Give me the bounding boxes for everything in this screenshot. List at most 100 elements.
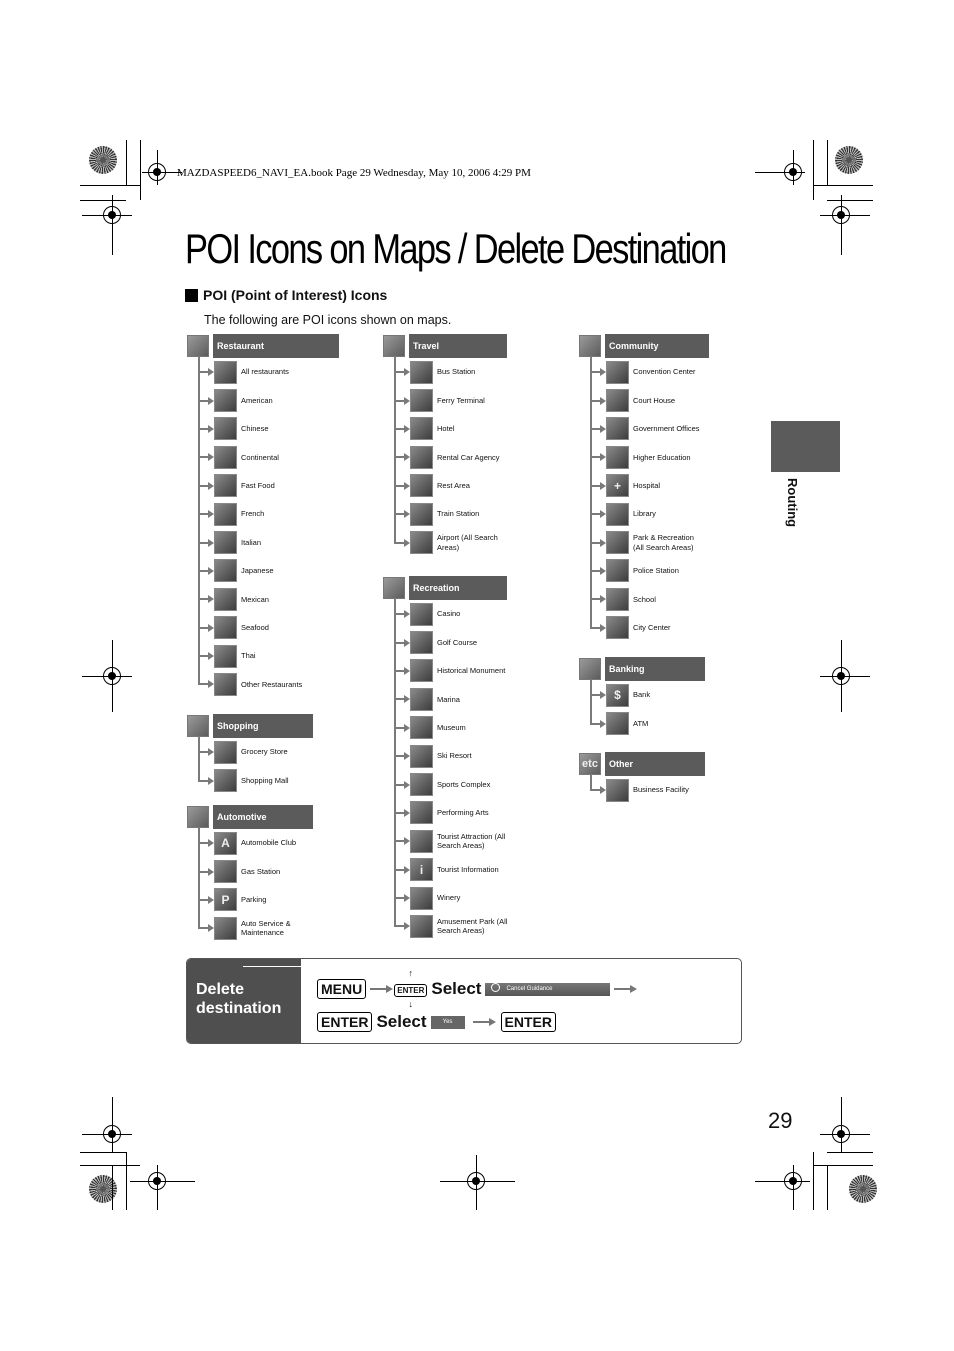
registration-star-icon (849, 1175, 877, 1203)
print-metadata: MAZDASPEED6_NAVI_EA.book Page 29 Wednesd… (177, 167, 531, 179)
poi-item: Other Restaurants (198, 670, 339, 698)
poi-item-label: Police Station (633, 566, 679, 576)
poi-item-label: Marina (437, 694, 460, 704)
poi-item-label: Rental Car Agency (437, 452, 500, 462)
city-center-icon (606, 616, 629, 640)
scales-icon (606, 389, 629, 413)
poi-item: Government Offices (590, 415, 709, 443)
poi-item-label: Convention Center (633, 367, 696, 377)
cards-icon (410, 602, 433, 626)
poi-item: Convention Center (590, 358, 709, 386)
poi-group-header: Restaurant (187, 334, 339, 358)
monument-icon (410, 659, 433, 683)
airplane-icon (410, 531, 433, 555)
car-icon (187, 806, 209, 828)
poi-item-label: Performing Arts (437, 808, 489, 818)
poi-item: Sports Complex (394, 770, 509, 798)
select-label: Select (376, 1012, 427, 1031)
poi-item-label: Bank (633, 690, 651, 700)
poi-item-label: Fast Food (241, 481, 275, 490)
poi-item: Hotel (394, 415, 509, 443)
poi-item: ATM (590, 709, 705, 737)
intro-text: The following are POI icons shown on map… (204, 313, 452, 327)
poi-item-label: Hotel (437, 424, 455, 434)
poi-item-label: Mexican (241, 594, 269, 604)
chapter-tab-label: Routing (785, 478, 800, 528)
poi-item: Performing Arts (394, 799, 509, 827)
poi-item: Casino (394, 600, 509, 628)
arrow-right-icon (590, 719, 606, 728)
poi-item: Higher Education (590, 443, 709, 471)
poi-item: P Parking (198, 886, 313, 914)
poi-item-list: Casino Golf Course Historical Monument Mari… (394, 598, 509, 941)
procedure-step-1: MENU ↑ ENTER ↓ Select Cancel Guidance (317, 969, 638, 1009)
poi-item: Italian (198, 528, 339, 556)
poi-item: Rental Car Agency (394, 443, 509, 471)
poi-item: Fast Food (198, 472, 339, 500)
poi-group-label: Banking (605, 657, 705, 681)
poi-item: Historical Monument (394, 657, 509, 685)
train-icon (410, 502, 433, 526)
yes-button-image: Yes (430, 1015, 465, 1029)
poi-group-label: Restaurant (213, 334, 339, 358)
poi-item-list: Convention Center Court House Government O… (590, 356, 709, 642)
poi-item-label: Continental (241, 452, 279, 462)
poi-group-label: Other (605, 752, 705, 776)
poi-item-label: Other Restaurants (241, 679, 303, 689)
poi-item-label: City Center (633, 622, 671, 632)
poi-group-label: Shopping (213, 714, 313, 738)
poi-item: Tourist Attraction (All Search Areas) (394, 827, 509, 855)
gate-icon (383, 335, 405, 357)
poi-item: Library (590, 500, 709, 528)
poi-group-label: Recreation (409, 576, 507, 600)
poi-group-header: Community (579, 334, 709, 358)
poi-item-label: Museum (437, 723, 466, 732)
poi-group-recreation: Recreation Casino Golf Course Historical Mo… (383, 576, 509, 941)
poi-item: Train Station (394, 500, 509, 528)
poi-item-label: Higher Education (633, 452, 691, 462)
dollar-icon: $ (606, 683, 629, 707)
poi-item-label: Automobile Club (241, 838, 297, 848)
theater-icon (410, 801, 433, 825)
poi-item-list: $ Bank ATM (590, 679, 705, 738)
poi-item-label: Casino (437, 609, 461, 619)
camera-icon (410, 829, 433, 853)
fork-knife-icon (214, 672, 237, 696)
poi-item-label: Library (633, 509, 656, 519)
poi-item-label: Airport (All Search Areas) (437, 533, 498, 552)
poi-item-label: Tourist Attraction (All Search Areas) (437, 831, 506, 851)
poi-item: Thai (198, 642, 339, 670)
poi-group-shopping: Shopping Grocery Store Shopping Mall (187, 714, 313, 795)
poi-item-label: Thai (241, 651, 256, 661)
dollar-icon (579, 658, 601, 680)
poi-item: City Center (590, 614, 709, 642)
delete-destination-label-panel: Delete destination (187, 959, 301, 1043)
poi-item: Auto Service & Maintenance (198, 914, 313, 942)
poi-item-label: All restaurants (241, 367, 289, 377)
poi-group-travel: Travel Bus Station Ferry Terminal Hotel Rent… (383, 334, 509, 557)
poi-group-header: Travel (383, 334, 509, 358)
poi-item: Gas Station (198, 857, 313, 885)
police-car-icon (606, 559, 629, 583)
poi-item: Park & Recreation (All Search Areas) (590, 528, 709, 556)
poi-item-label: Tourist Information (437, 864, 499, 874)
poi-item-label: Amusement Park (All Search Areas) (437, 916, 508, 936)
poi-item: Grocery Store (198, 738, 313, 766)
poi-item: Business Facility (590, 776, 705, 804)
poi-item-list: A Automobile Club Gas Station P Parking Auto … (198, 827, 313, 943)
prohibit-icon (491, 983, 501, 993)
poi-item-label: Winery (437, 893, 461, 903)
poi-item-label: Sports Complex (437, 779, 491, 789)
section-heading-text: POI (Point of Interest) Icons (203, 287, 388, 303)
poi-group-restaurant: Restaurant All restaurants American Chinese… (187, 334, 339, 699)
poi-item-label: Hospital (633, 481, 661, 490)
poi-item: Ferry Terminal (394, 386, 509, 414)
sailboat-icon (410, 687, 433, 711)
poi-item-list: Bus Station Ferry Terminal Hotel Rental Car… (394, 356, 509, 557)
shopping-bag-icon (187, 715, 209, 737)
poi-item-label: Business Facility (633, 785, 689, 795)
atm-icon (606, 712, 629, 736)
book-icon (606, 502, 629, 526)
arrow-right-icon (472, 1018, 496, 1026)
fish-icon (214, 616, 237, 640)
